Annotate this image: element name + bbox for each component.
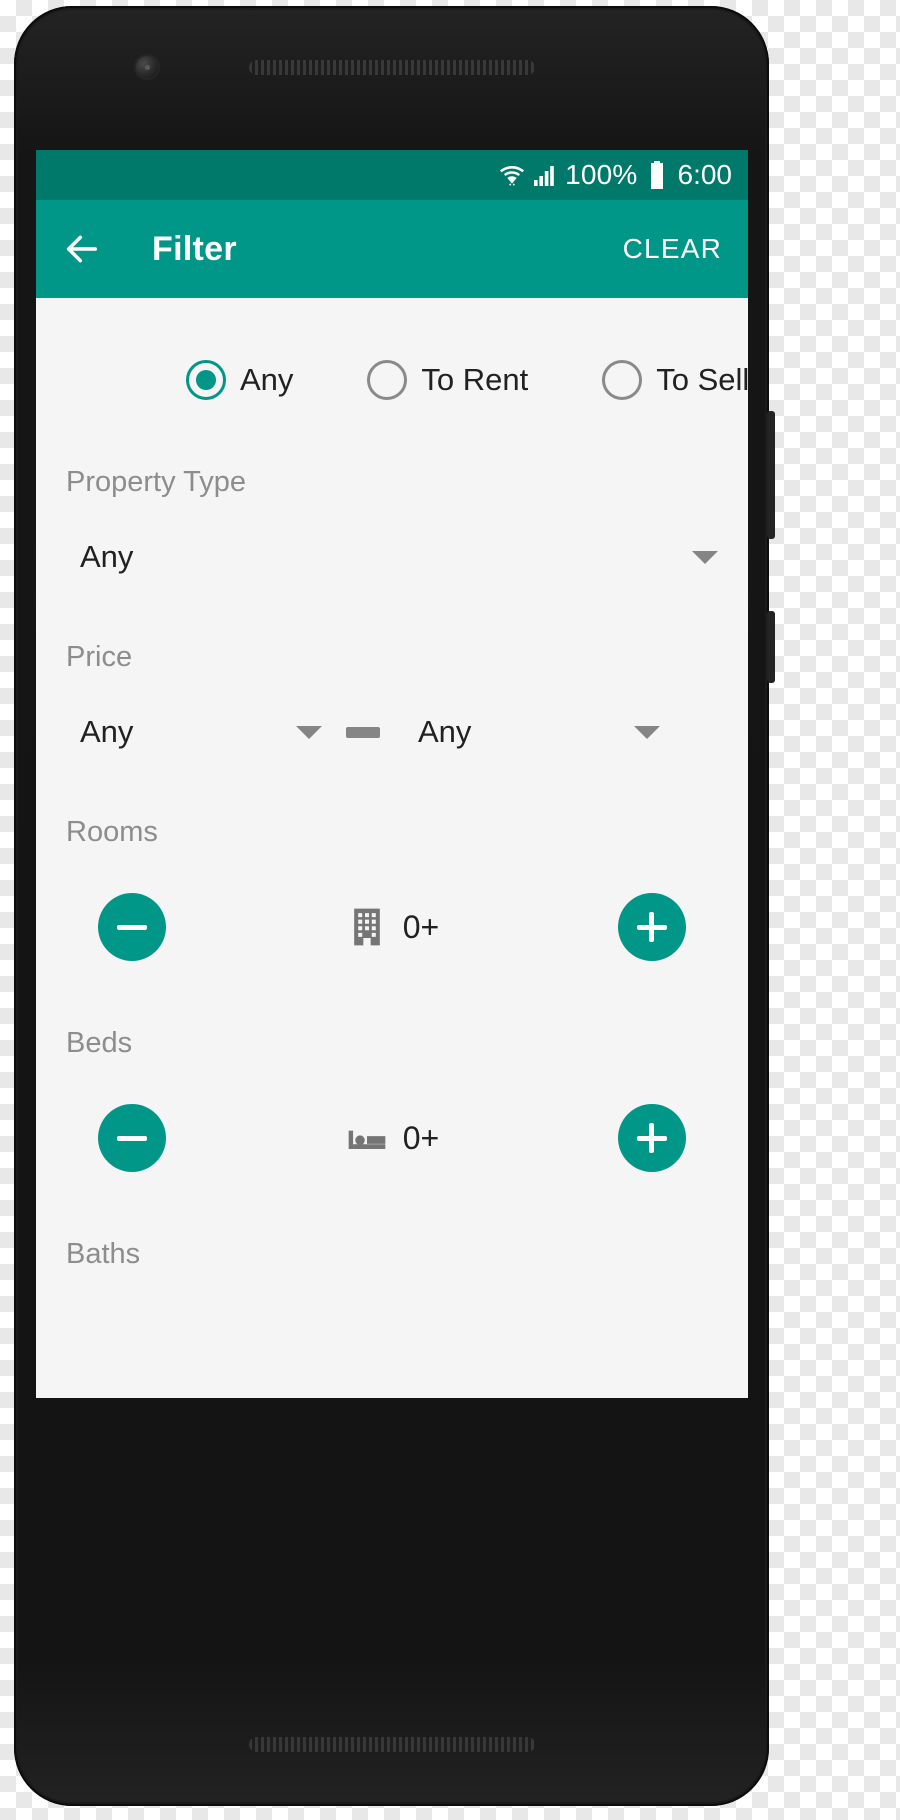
clock-text: 6:00 bbox=[677, 159, 733, 190]
app-toolbar: Filter CLEAR bbox=[36, 200, 748, 298]
price-min-dropdown[interactable]: Any bbox=[66, 714, 322, 750]
page-title: Filter bbox=[152, 229, 237, 268]
proximity-sensor-icon bbox=[145, 65, 150, 70]
radio-any[interactable]: Any bbox=[186, 360, 293, 400]
rooms-label: Rooms bbox=[66, 816, 158, 848]
radio-to-rent-label: To Rent bbox=[421, 362, 529, 397]
property-type-row: Any bbox=[36, 539, 748, 575]
arrow-left-icon[interactable] bbox=[62, 229, 102, 269]
baths-label: Baths bbox=[66, 1238, 141, 1270]
phone-device-frame: 100% 6:00 Filter CLEAR Any To Rent To Se… bbox=[14, 6, 775, 1806]
beds-increment-button[interactable] bbox=[617, 1104, 686, 1172]
property-type-dropdown[interactable]: Any bbox=[66, 539, 718, 575]
property-type-label: Property Type bbox=[66, 466, 247, 498]
minus-icon bbox=[117, 1123, 147, 1153]
status-bar: 100% 6:00 bbox=[36, 150, 748, 200]
radio-any-label: Any bbox=[240, 362, 294, 397]
status-bar-icons bbox=[500, 163, 557, 187]
price-min-value: Any bbox=[80, 714, 134, 749]
plus-icon bbox=[636, 1123, 667, 1153]
minus-icon bbox=[117, 912, 147, 942]
radio-to-sell[interactable]: To Sell bbox=[602, 360, 748, 400]
rooms-stepper: 0+ bbox=[36, 893, 748, 961]
beds-label: Beds bbox=[66, 1027, 133, 1059]
clear-button[interactable]: CLEAR bbox=[623, 233, 722, 265]
beds-stepper: 0+ bbox=[36, 1104, 748, 1172]
filter-form: Any To Rent To Sell Property Type Any Pr… bbox=[36, 298, 748, 1398]
battery-percent-text: 100% bbox=[565, 159, 638, 190]
rooms-decrement-button[interactable] bbox=[98, 893, 166, 961]
bed-icon bbox=[348, 1130, 386, 1149]
listing-type-radio-group: Any To Rent To Sell bbox=[36, 298, 748, 400]
radio-any-circle-icon bbox=[186, 360, 226, 400]
plus-icon bbox=[636, 912, 667, 942]
rooms-increment-button[interactable] bbox=[617, 893, 686, 961]
radio-to-sell-label: To Sell bbox=[656, 362, 748, 397]
beds-count: 0+ bbox=[402, 1119, 440, 1156]
radio-to-sell-dot-icon bbox=[612, 370, 632, 390]
price-max-dropdown[interactable]: Any bbox=[404, 714, 660, 750]
radio-to-rent-circle-icon bbox=[367, 360, 408, 400]
beds-decrement-button[interactable] bbox=[98, 1104, 166, 1172]
chevron-down-icon bbox=[296, 725, 322, 739]
power-button[interactable] bbox=[767, 611, 775, 683]
earpiece-speaker-grille bbox=[248, 60, 535, 75]
radio-any-dot-icon bbox=[196, 370, 216, 390]
price-max-value: Any bbox=[418, 714, 472, 749]
rooms-count: 0+ bbox=[402, 908, 440, 945]
battery-full-icon bbox=[650, 161, 663, 189]
beds-value-group: 0+ bbox=[345, 1116, 439, 1160]
dash-icon bbox=[346, 726, 380, 738]
cellular-signal-icon bbox=[534, 166, 554, 186]
bottom-speaker-grille bbox=[248, 1737, 535, 1752]
phone-screen: 100% 6:00 Filter CLEAR Any To Rent To Se… bbox=[36, 150, 748, 1398]
property-type-value: Any bbox=[80, 539, 134, 574]
building-icon bbox=[353, 908, 380, 946]
chevron-down-icon bbox=[634, 725, 660, 739]
volume-button[interactable] bbox=[767, 411, 775, 539]
price-label: Price bbox=[66, 641, 133, 673]
rooms-value-group: 0+ bbox=[345, 905, 439, 949]
chevron-down-icon bbox=[692, 550, 718, 564]
radio-to-sell-circle-icon bbox=[602, 360, 643, 400]
radio-to-rent-dot-icon bbox=[377, 370, 397, 390]
radio-to-rent[interactable]: To Rent bbox=[367, 360, 528, 400]
price-row: Any Any bbox=[36, 714, 748, 750]
wifi-icon bbox=[500, 166, 525, 186]
